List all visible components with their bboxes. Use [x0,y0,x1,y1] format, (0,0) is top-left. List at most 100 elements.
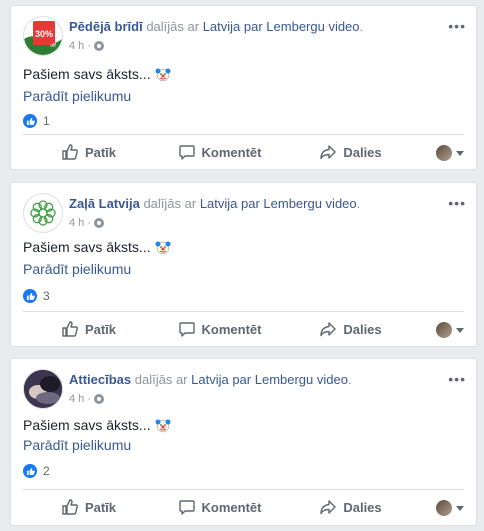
post-card: Attiecības dalījās ar Latvija par Lember… [10,358,477,526]
shared-text: dalījās ar [134,372,188,387]
comment-button-label: Komentēt [201,321,262,337]
show-attachment-link[interactable]: Parādīt pielikumu [23,261,131,277]
title-period: . [356,196,361,211]
more-options-icon[interactable]: ••• [448,371,466,387]
post-text: Pašiem savs āksts... [23,239,171,255]
like-button-label: Patīk [84,321,117,337]
share-arrow-icon [320,145,337,160]
post-body: Pašiem savs āksts... [23,417,151,433]
comment-icon [178,145,195,160]
post-body: Pašiem savs āksts... [23,239,151,255]
like-button-label: Patīk [84,499,117,515]
shared-text: dalījās ar [143,196,197,211]
user-avatar-icon [436,145,452,161]
share-button-label: Dalies [343,499,382,515]
show-attachment-link[interactable]: Parādīt pielikumu [23,437,131,453]
shared-source-link[interactable]: Latvija par Lembergu video [203,19,360,34]
post-meta: 4 h · [69,393,104,405]
share-arrow-icon [320,322,337,337]
share-button[interactable]: Dalies [285,143,416,161]
like-reaction-icon [23,114,37,128]
user-avatar-icon [436,322,452,338]
post-meta: 4 h · [69,40,104,52]
meta-separator: · [87,40,91,52]
post-header: Attiecības dalījās ar Latvija par Lember… [23,369,466,411]
meta-separator: · [87,393,91,405]
clown-emoji-icon [155,419,171,433]
comment-icon [178,322,195,337]
comment-button-label: Komentēt [201,144,262,160]
share-arrow-icon [320,500,337,515]
like-button[interactable]: Patīk [23,498,154,516]
comment-button[interactable]: Komentēt [154,143,285,161]
post-text: Pašiem savs āksts... [23,417,171,433]
like-button[interactable]: Patīk [23,143,154,161]
clown-emoji-icon [155,68,171,82]
like-reaction-icon [23,289,37,303]
comment-button[interactable]: Komentēt [154,320,285,338]
clown-emoji-icon [155,241,171,255]
share-button[interactable]: Dalies [285,320,416,338]
like-count: 1 [43,114,50,128]
title-period: . [347,372,352,387]
like-count: 2 [43,464,50,478]
like-button[interactable]: Patīk [23,320,154,338]
action-bar: Patīk Komentēt Dalies [23,313,416,345]
page-name-link[interactable]: Zaļā Latvija [69,196,140,211]
caret-down-icon [456,327,464,333]
post-as-selector[interactable] [436,322,464,338]
post-timestamp[interactable]: 4 h [69,393,84,405]
globe-icon[interactable] [93,394,104,404]
post-title-line: Pēdējā brīdī dalījās ar Latvija par Lemb… [69,19,363,34]
thumbs-up-icon [62,144,78,160]
post-timestamp[interactable]: 4 h [69,217,84,229]
more-options-icon[interactable]: ••• [448,195,466,211]
show-attachment-link[interactable]: Parādīt pielikumu [23,88,131,104]
comment-icon [178,500,195,515]
reactions-summary[interactable]: 2 [23,464,50,478]
page-name-link[interactable]: Attiecības [69,372,131,387]
action-bar: Patīk Komentēt Dalies [23,136,416,168]
shared-text: dalījās ar [146,19,200,34]
post-as-selector[interactable] [436,145,464,161]
more-options-icon[interactable]: ••• [448,18,466,34]
title-period: . [359,19,364,34]
user-avatar-icon [436,500,452,516]
like-count: 3 [43,289,50,303]
post-header: 30% off Pēdējā brīdī dalījās ar Latvija … [23,16,466,58]
caret-down-icon [456,150,464,156]
post-title-line: Zaļā Latvija dalījās ar Latvija par Lemb… [69,196,360,211]
post-card: Zaļā Latvija dalījās ar Latvija par Lemb… [10,182,477,347]
like-reaction-icon [23,464,37,478]
comment-button[interactable]: Komentēt [154,498,285,516]
post-timestamp[interactable]: 4 h [69,40,84,52]
share-button-label: Dalies [343,321,382,337]
post-body: Pašiem savs āksts... [23,66,151,82]
shared-source-link[interactable]: Latvija par Lembergu video [200,196,357,211]
globe-icon[interactable] [93,41,104,51]
couple-photo-icon [24,370,62,408]
shared-source-link[interactable]: Latvija par Lembergu video [191,372,348,387]
share-button-label: Dalies [343,144,382,160]
action-bar: Patīk Komentēt Dalies [23,491,416,523]
reactions-summary[interactable]: 3 [23,289,50,303]
divider [23,311,464,312]
page-name-link[interactable]: Pēdējā brīdī [69,19,143,34]
caret-down-icon [456,505,464,511]
globe-icon[interactable] [93,218,104,228]
share-button[interactable]: Dalies [285,498,416,516]
avatar-badge-text: 30% [35,29,53,39]
thumbs-up-icon [62,499,78,515]
reactions-summary[interactable]: 1 [23,114,50,128]
post-as-selector[interactable] [436,500,464,516]
comment-button-label: Komentēt [201,499,262,515]
page-avatar[interactable] [23,193,63,233]
green-flower-icon [30,200,56,226]
page-avatar[interactable]: 30% off [23,16,63,56]
post-header: Zaļā Latvija dalījās ar Latvija par Lemb… [23,193,466,235]
post-title-line: Attiecības dalījās ar Latvija par Lember… [69,372,352,387]
meta-separator: · [87,217,91,229]
page-avatar[interactable] [23,369,63,409]
avatar-badge-subtext: off [50,43,56,49]
post-meta: 4 h · [69,217,104,229]
